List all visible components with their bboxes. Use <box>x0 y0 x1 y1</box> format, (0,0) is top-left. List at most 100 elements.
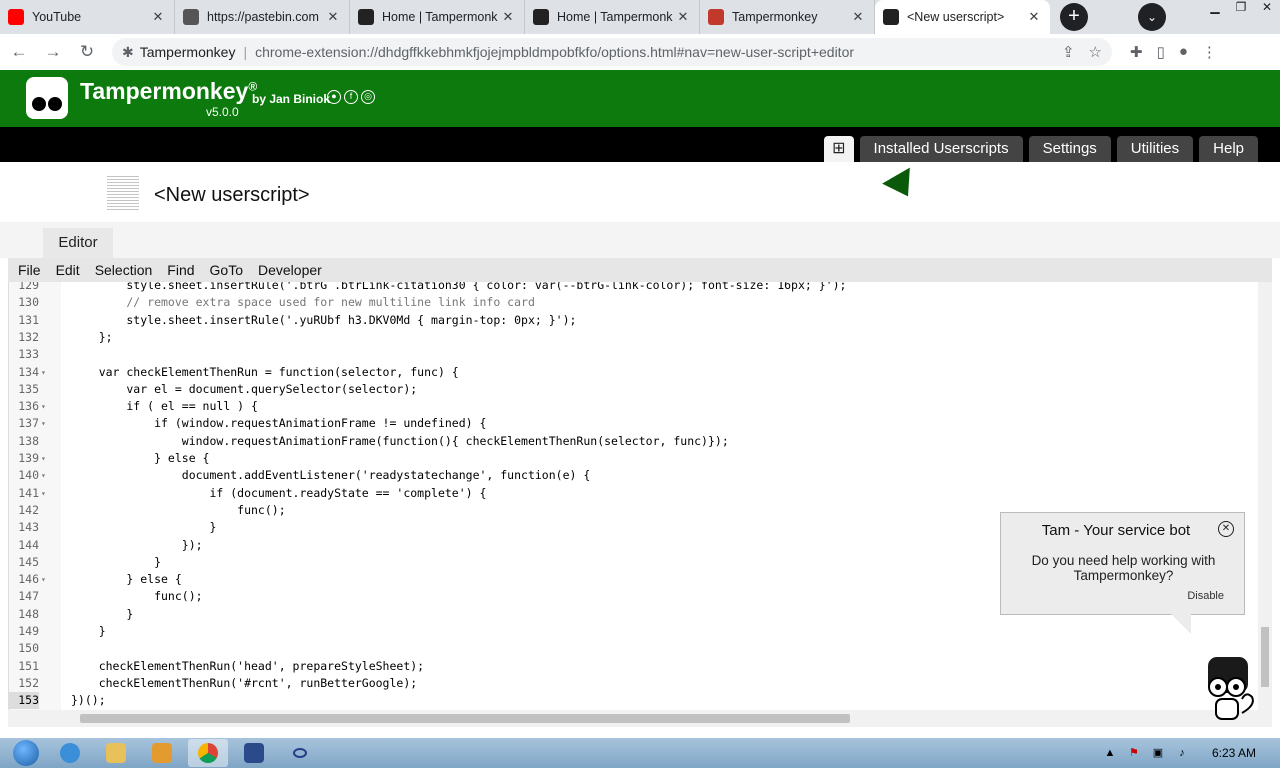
reload-icon[interactable]: ↻ <box>72 42 102 62</box>
fold-toggle-icon[interactable]: ▾ <box>41 571 46 588</box>
taskbar-media[interactable] <box>142 739 182 767</box>
tray-expand-icon[interactable]: ▲ <box>1102 745 1118 761</box>
tray-volume-icon[interactable]: ♪ <box>1174 745 1190 761</box>
code-line: 134 ▾ var checkElementThenRun = function(… <box>9 364 1259 381</box>
fold-toggle-icon[interactable]: ▾ <box>41 398 46 415</box>
horizontal-scroll-thumb[interactable] <box>80 714 850 723</box>
menu-find[interactable]: Find <box>167 262 194 278</box>
browser-tab[interactable]: Tampermonkey ✕ <box>700 0 875 34</box>
code-text[interactable]: // remove extra space used for new multi… <box>71 294 535 311</box>
tab-close-icon[interactable]: ✕ <box>1026 9 1042 25</box>
tab-close-icon[interactable]: ✕ <box>325 9 341 25</box>
close-window-icon[interactable]: ✕ <box>1254 0 1280 18</box>
menu-developer[interactable]: Developer <box>258 262 322 278</box>
code-text[interactable]: if ( el == null ) { <box>71 398 258 415</box>
vertical-scroll-thumb[interactable] <box>1261 627 1269 687</box>
side-panel-icon[interactable]: ▯ <box>1157 43 1165 61</box>
omnibox-url[interactable]: chrome-extension://dhdgffkkebhmkfjojejmp… <box>255 44 1062 60</box>
code-text[interactable]: })(); <box>71 692 106 709</box>
vertical-scrollbar[interactable] <box>1258 282 1272 710</box>
taskbar-app-glasses[interactable] <box>280 739 320 767</box>
profile-icon[interactable]: ● <box>1179 43 1188 61</box>
forward-icon[interactable]: → <box>38 42 68 62</box>
instagram-icon[interactable]: ◎ <box>361 90 375 104</box>
code-text[interactable]: }); <box>71 537 203 554</box>
back-icon[interactable]: ← <box>4 42 34 62</box>
windows-taskbar: ▲ ⚑ ▣ ♪ 6:23 AM <box>0 738 1280 768</box>
code-text[interactable]: }; <box>71 329 113 346</box>
tam-avatar-icon[interactable] <box>1202 655 1260 723</box>
browser-tab[interactable]: Home | Tampermonk ✕ <box>350 0 525 34</box>
facebook-icon[interactable]: f <box>344 90 358 104</box>
menu-dots-icon[interactable]: ⋮ <box>1202 43 1217 61</box>
bookmark-star-icon[interactable]: ☆ <box>1089 43 1102 61</box>
fold-toggle-icon[interactable]: ▾ <box>41 467 46 484</box>
tray-network-icon[interactable]: ▣ <box>1150 745 1166 761</box>
windows-start-icon <box>13 740 39 766</box>
tray-flag-icon[interactable]: ⚑ <box>1126 745 1142 761</box>
code-text[interactable]: window.requestAnimationFrame(function(){… <box>71 433 729 450</box>
extensions-icon[interactable]: ✚ <box>1130 43 1143 61</box>
code-text[interactable]: if (document.readyState == 'complete') { <box>71 485 486 502</box>
code-text[interactable]: } <box>71 519 216 536</box>
taskbar-clock[interactable]: 6:23 AM <box>1212 746 1256 760</box>
fold-toggle-icon[interactable]: ▾ <box>41 485 46 502</box>
code-text[interactable]: func(); <box>71 502 285 519</box>
tab-close-icon[interactable]: ✕ <box>675 9 691 25</box>
code-text[interactable]: if (window.requestAnimationFrame != unde… <box>71 415 486 432</box>
code-text[interactable]: } <box>71 606 133 623</box>
code-text[interactable]: var checkElementThenRun = function(selec… <box>71 364 459 381</box>
minimize-icon[interactable]: ▁ <box>1202 0 1228 18</box>
browser-tab[interactable]: YouTube ✕ <box>0 0 175 34</box>
browser-tab[interactable]: https://pastebin.com ✕ <box>175 0 350 34</box>
nav-tab-settings[interactable]: Settings <box>1028 136 1111 162</box>
code-text[interactable]: } <box>71 554 161 571</box>
menu-selection[interactable]: Selection <box>95 262 153 278</box>
github-icon[interactable]: ● <box>327 90 341 104</box>
tab-close-icon[interactable]: ✕ <box>850 9 866 25</box>
code-text[interactable]: } else { <box>71 450 209 467</box>
taskbar-explorer[interactable] <box>96 739 136 767</box>
line-number: 135 <box>18 381 39 396</box>
address-bar[interactable]: ✱ Tampermonkey | chrome-extension://dhdg… <box>112 38 1112 66</box>
new-tab-button[interactable]: + <box>1060 3 1088 31</box>
taskbar-app-ps[interactable] <box>234 739 274 767</box>
tab-close-icon[interactable]: ✕ <box>150 9 166 25</box>
tam-disable-link[interactable]: Disable <box>1187 590 1224 602</box>
code-line: 137 ▾ if (window.requestAnimationFrame !=… <box>9 415 1259 432</box>
line-number: 153 <box>9 692 39 710</box>
horizontal-scrollbar[interactable] <box>8 710 1272 727</box>
browser-tab[interactable]: Home | Tampermonk ✕ <box>525 0 700 34</box>
menu-edit[interactable]: Edit <box>56 262 80 278</box>
code-text[interactable]: func(); <box>71 588 202 605</box>
tab-close-icon[interactable]: ✕ <box>500 9 516 25</box>
menu-file[interactable]: File <box>18 262 41 278</box>
share-icon[interactable]: ⇪ <box>1062 43 1075 61</box>
start-button[interactable] <box>8 738 44 768</box>
nav-tab-installed-userscripts[interactable]: Installed Userscripts <box>859 136 1023 162</box>
code-text[interactable]: } else { <box>71 571 181 588</box>
code-text[interactable]: var el = document.querySelector(selector… <box>71 381 417 398</box>
new-script-tab-button[interactable]: ⊞ <box>824 136 854 162</box>
line-number: 136 <box>18 399 39 414</box>
tab-search-button[interactable]: ⌄ <box>1138 3 1166 31</box>
code-text[interactable]: checkElementThenRun('#rcnt', runBetterGo… <box>71 675 418 692</box>
nav-tab-utilities[interactable]: Utilities <box>1116 136 1194 162</box>
browser-tab[interactable]: <New userscript> ✕ <box>875 0 1050 34</box>
code-text[interactable]: style.sheet.insertRule('.yuRUbf h3.DKV0M… <box>71 312 576 329</box>
menu-goto[interactable]: GoTo <box>210 262 243 278</box>
fold-toggle-icon[interactable]: ▾ <box>41 364 46 381</box>
taskbar-chrome[interactable] <box>188 739 228 767</box>
close-icon[interactable]: ✕ <box>1218 521 1234 537</box>
fold-toggle-icon[interactable]: ▾ <box>41 415 46 432</box>
fold-toggle-icon[interactable]: ▾ <box>41 450 46 467</box>
code-text[interactable]: document.addEventListener('readystatecha… <box>71 467 591 484</box>
nav-tab-help[interactable]: Help <box>1199 136 1258 162</box>
taskbar-ie[interactable] <box>50 739 90 767</box>
restore-icon[interactable]: ❐ <box>1228 0 1254 18</box>
code-editor[interactable]: 129 style.sheet.insertRule('.btrG .btrLi… <box>8 282 1272 710</box>
code-text[interactable]: } <box>71 623 106 640</box>
code-text[interactable]: style.sheet.insertRule('.btrG .btrLink-c… <box>71 282 846 294</box>
tab-editor[interactable]: Editor <box>43 228 113 258</box>
code-text[interactable]: checkElementThenRun('head', prepareStyle… <box>71 658 424 675</box>
